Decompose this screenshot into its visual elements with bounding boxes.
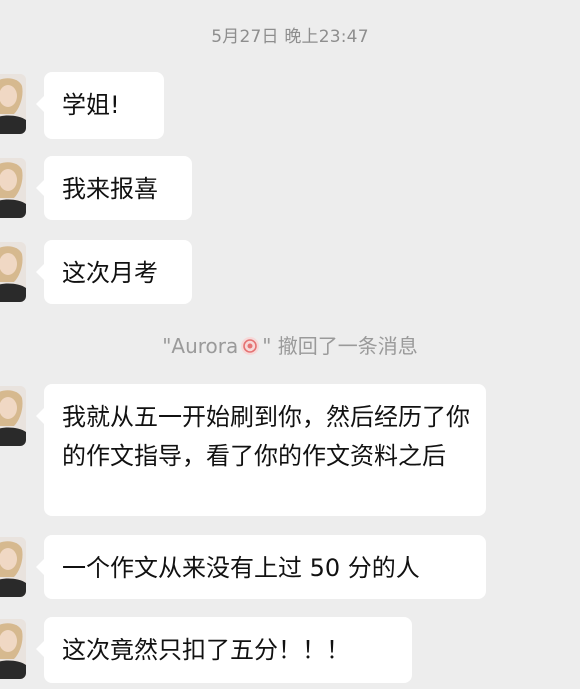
avatar[interactable]	[0, 619, 26, 679]
message-bubble[interactable]: 我来报喜	[36, 156, 192, 220]
recall-quote-open: "Aurora	[162, 334, 239, 358]
message-bubble[interactable]: 这次月考	[36, 240, 192, 304]
recall-notice: "Aurora " 撤回了一条消息	[0, 330, 580, 359]
message-bubble[interactable]: 我就从五一开始刷到你，然后经历了你的作文指导，看了你的作文资料之后	[36, 384, 486, 516]
avatar[interactable]	[0, 158, 26, 218]
avatar[interactable]	[0, 74, 26, 134]
avatar[interactable]	[0, 242, 26, 302]
message-bubble[interactable]: 一个作文从来没有上过 50 分的人	[36, 535, 486, 599]
message-bubble[interactable]: 这次竟然只扣了五分！！！	[36, 617, 412, 683]
message-timestamp: 5月27日 晚上23:47	[211, 27, 369, 47]
swirl-emoji-icon	[240, 336, 260, 356]
message-bubble[interactable]: 学姐!	[36, 72, 164, 139]
avatar[interactable]	[0, 386, 26, 446]
recall-text: 撤回了一条消息	[271, 334, 418, 358]
avatar[interactable]	[0, 537, 26, 597]
